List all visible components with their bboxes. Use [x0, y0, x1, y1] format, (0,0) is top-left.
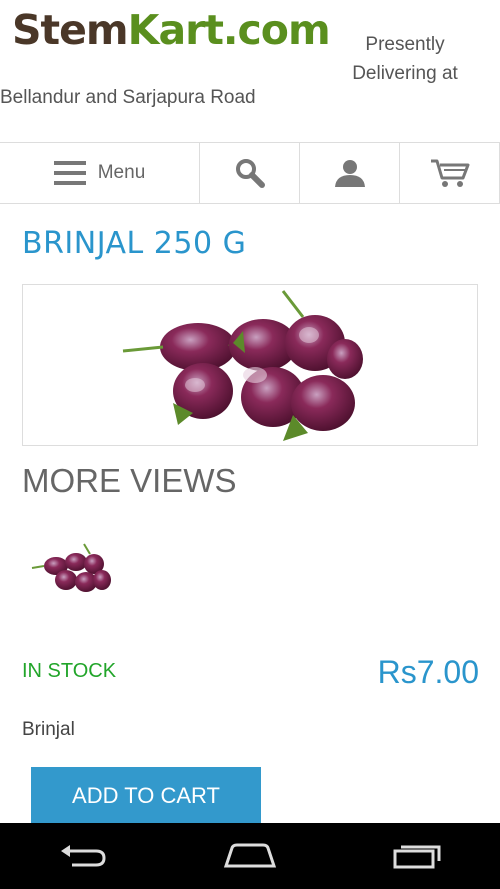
cart-button[interactable]	[400, 143, 500, 203]
thumbnail-image[interactable]	[28, 538, 114, 602]
product-image[interactable]	[22, 284, 478, 446]
search-button[interactable]	[200, 143, 300, 203]
add-to-cart-button[interactable]: ADD TO CART	[31, 767, 261, 825]
cart-icon	[430, 159, 469, 187]
account-icon	[334, 160, 365, 187]
site-header: StemKart.com Presently Delivering at Bel…	[0, 0, 500, 142]
product-title: BRINJAL 250 G	[22, 226, 247, 261]
menu-label: Menu	[97, 162, 146, 183]
menu-button[interactable]: Menu	[0, 143, 200, 203]
more-views-heading: MORE VIEWS	[22, 462, 237, 499]
delivery-tagline: Presently Delivering at	[352, 34, 458, 84]
brinjal-thumbnail	[31, 543, 111, 592]
system-navigation-bar	[0, 823, 500, 889]
product-description: Brinjal	[22, 719, 75, 740]
site-logo[interactable]: StemKart.com	[12, 6, 331, 54]
search-icon	[235, 159, 265, 188]
hamburger-icon	[53, 161, 86, 185]
product-price: Rs7.00	[377, 654, 479, 690]
back-button[interactable]	[43, 831, 123, 881]
home-icon	[223, 843, 277, 868]
recent-apps-button[interactable]	[377, 831, 457, 881]
brinjal-image	[122, 290, 363, 441]
nav-bar: Menu	[0, 142, 500, 204]
account-button[interactable]	[300, 143, 400, 203]
home-button[interactable]	[210, 831, 290, 881]
back-icon	[61, 845, 106, 867]
delivery-area: Bellandur and Sarjapura Road	[0, 87, 256, 108]
recent-apps-icon	[393, 845, 441, 869]
stock-status: IN STOCK	[22, 660, 117, 682]
